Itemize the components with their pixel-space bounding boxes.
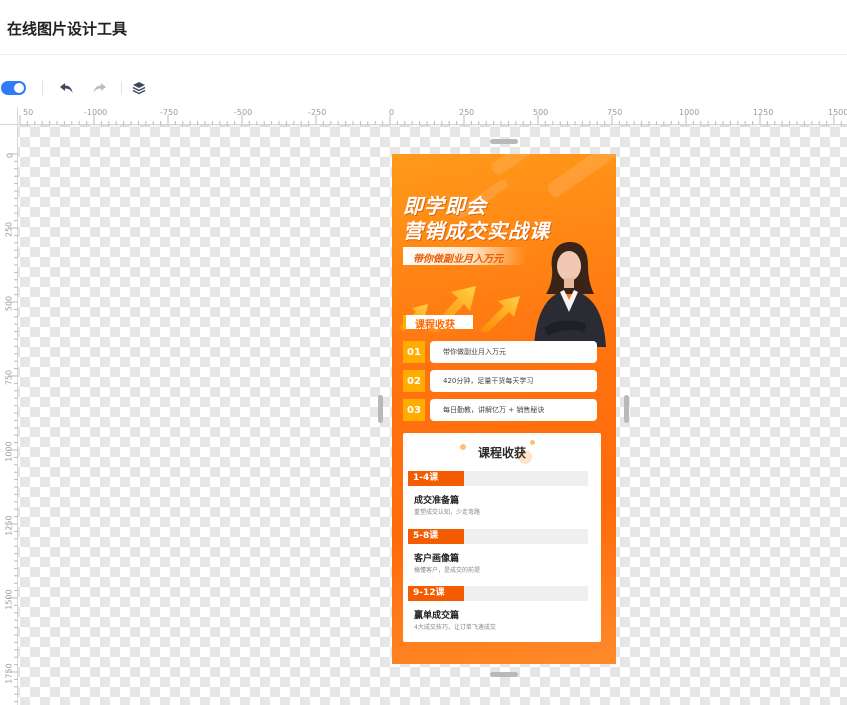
resize-handle-top[interactable] <box>490 139 518 144</box>
lesson-tag: 9-12课 <box>408 586 464 601</box>
resize-handle-right[interactable] <box>624 395 629 423</box>
decor-stripe <box>489 154 555 177</box>
lesson-name: 成交准备篇 <box>414 496 460 506</box>
ruler-corner <box>0 107 18 125</box>
app-title: 在线图片设计工具 <box>7 20 128 38</box>
toolbar <box>0 70 847 106</box>
lesson-tag: 1-4课 <box>408 471 464 486</box>
section-label-text: 课程收获 <box>415 320 455 331</box>
ruler-label: 750 <box>4 369 14 386</box>
lesson-desc: 重塑成交认知，少走弯路 <box>414 509 481 516</box>
layers-icon[interactable] <box>129 78 149 98</box>
design-canvas-area[interactable]: 50 -1000 -750 -500 -250 0 250 500 750 10… <box>0 107 847 705</box>
app-header: 在线图片设计工具 <box>0 0 847 55</box>
poster-canvas[interactable]: 即学即会 营销成交实战课 带你做副业月入万元 课程收获 01 带你做副业月入万元… <box>392 154 616 664</box>
benefit-number: 02 <box>403 370 425 392</box>
ruler-label: 500 <box>533 108 549 117</box>
benefit-text: 每日勤教，讲解亿万 + 销售秘诀 <box>430 399 597 421</box>
ruler-label: 1250 <box>753 108 774 117</box>
ruler-label: 250 <box>4 221 14 238</box>
lesson-tag: 5-8课 <box>408 529 464 544</box>
ruler-label: 1500 <box>4 589 14 610</box>
decor-stripe <box>545 154 616 200</box>
ruler-label: -1000 <box>84 108 108 117</box>
benefit-item[interactable]: 03 每日勤教，讲解亿万 + 销售秘诀 <box>403 399 597 421</box>
lesson-bar: 9-12课 <box>408 586 588 601</box>
ruler-label: -250 <box>308 108 327 117</box>
benefit-text: 420分钟，足量干货每天学习 <box>430 370 597 392</box>
resize-handle-left[interactable] <box>378 395 383 423</box>
ruler-label: -500 <box>234 108 253 117</box>
benefit-item[interactable]: 01 带你做副业月入万元 <box>403 341 597 363</box>
ruler-label: 750 <box>607 108 623 117</box>
lesson-bar: 1-4课 <box>408 471 588 486</box>
card-title: 课程收获 <box>477 446 526 460</box>
ruler-label: 1250 <box>4 515 14 536</box>
redo-icon[interactable] <box>89 78 109 98</box>
benefit-item[interactable]: 02 420分钟，足量干货每天学习 <box>403 370 597 392</box>
section-label[interactable]: 课程收获 <box>403 315 473 331</box>
poster-banner[interactable]: 带你做副业月入万元 <box>403 247 526 265</box>
benefit-number: 03 <box>403 399 425 421</box>
ruler-label: 500 <box>4 295 14 312</box>
ruler-label: 1750 <box>4 663 14 684</box>
ruler-label: 250 <box>459 108 475 117</box>
toggle-switch-icon[interactable] <box>1 81 26 95</box>
benefit-number: 01 <box>403 341 425 363</box>
ruler-label: -750 <box>160 108 179 117</box>
ruler-label: 0 <box>389 108 395 117</box>
benefit-text: 带你做副业月入万元 <box>430 341 597 363</box>
horizontal-ruler[interactable]: 50 -1000 -750 -500 -250 0 250 500 750 10… <box>18 107 847 125</box>
undo-icon[interactable] <box>57 78 77 98</box>
lesson-desc: 搞懂客户，是成交的前提 <box>414 567 481 574</box>
ruler-label: 1500 <box>828 108 847 117</box>
ruler-label: 0 <box>5 152 15 159</box>
lesson-name: 赢单成交篇 <box>414 611 460 621</box>
vertical-ruler[interactable]: 0 250 500 750 1000 1250 1500 1750 <box>0 125 18 705</box>
ruler-label: 1000 <box>4 441 14 462</box>
ruler-label: 50 <box>23 108 34 117</box>
toolbar-divider <box>42 81 43 95</box>
course-card[interactable]: 课程收获 1-4课 成交准备篇 重塑成交认知，少走弯路 5-8课 客户画像篇 搞… <box>403 433 601 642</box>
lesson-name: 客户画像篇 <box>414 554 460 564</box>
toolbar-divider <box>121 81 122 95</box>
poster-banner-text: 带你做副业月入万元 <box>413 254 503 265</box>
lesson-desc: 4大成交技巧，让订单飞速成交 <box>414 624 496 631</box>
presenter-photo[interactable] <box>520 232 616 347</box>
ruler-label: 1000 <box>679 108 700 117</box>
lesson-bar: 5-8课 <box>408 529 588 544</box>
resize-handle-bottom[interactable] <box>490 672 518 677</box>
